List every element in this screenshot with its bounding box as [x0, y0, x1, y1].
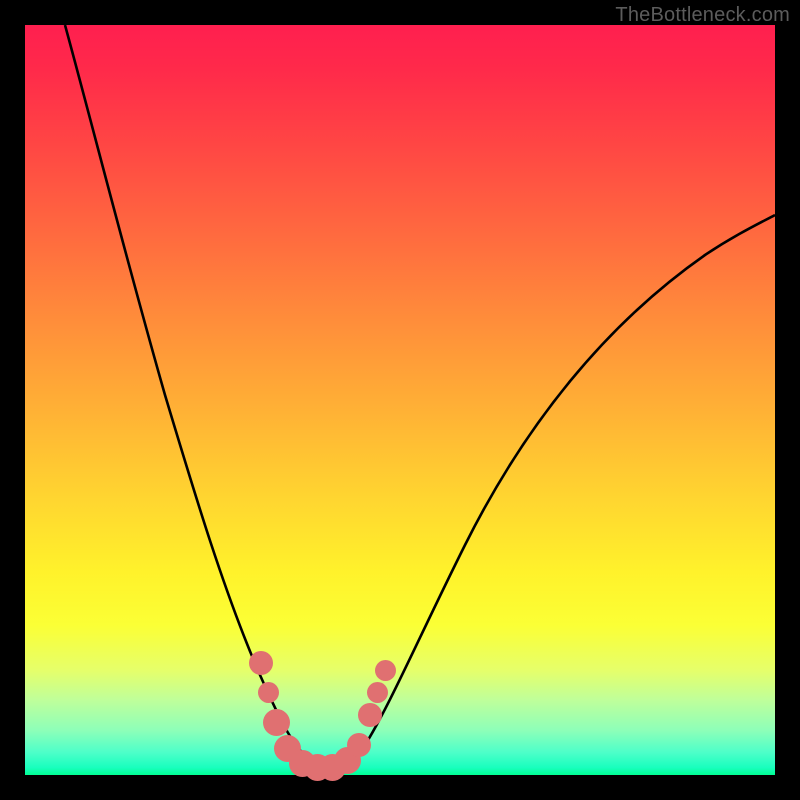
- curve-marker: [375, 660, 396, 681]
- curve-marker: [367, 682, 388, 703]
- bottleneck-curve-svg: [25, 25, 775, 775]
- chart-plot-area: [25, 25, 775, 775]
- bottleneck-curve-path: [65, 25, 775, 769]
- curve-marker: [263, 709, 290, 736]
- curve-marker: [347, 733, 371, 757]
- curve-marker: [249, 651, 273, 675]
- watermark-text: TheBottleneck.com: [615, 4, 790, 27]
- curve-marker: [358, 703, 382, 727]
